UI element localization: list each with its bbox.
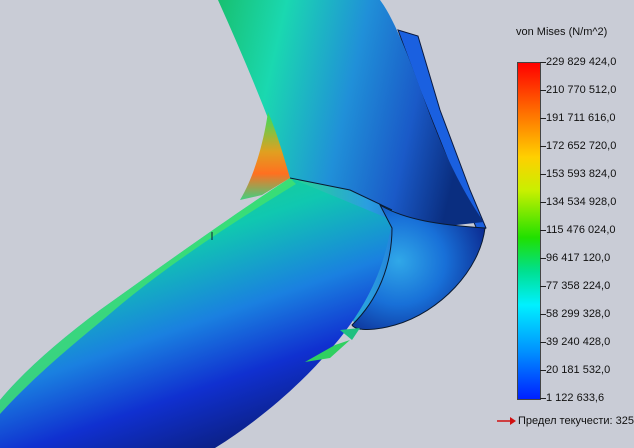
stress-colorbar (517, 62, 541, 400)
colorbar-tick-label: 134 534 928,0 (546, 196, 617, 208)
colorbar-tick-label: 210 770 512,0 (546, 84, 617, 96)
colorbar-tick-label: 191 711 616,0 (546, 112, 616, 124)
colorbar-tick-label: 153 593 824,0 (546, 168, 617, 180)
yield-strength-indicator: Предел текучести: 325 (497, 414, 634, 430)
yield-strength-label: Предел текучести: 325 (518, 415, 634, 427)
arrow-right-icon (497, 417, 516, 425)
colorbar-tick-label: 115 476 024,0 (546, 224, 616, 236)
legend-title: von Mises (N/m^2) (516, 26, 608, 38)
colorbar-tick-label: 1 122 633,6 (546, 392, 605, 404)
colorbar-tick-label: 96 417 120,0 (546, 252, 611, 264)
colorbar-tick-label: 58 299 328,0 (546, 308, 611, 320)
colorbar-tick-label: 77 358 224,0 (546, 280, 611, 292)
colorbar-tick-label: 39 240 428,0 (546, 336, 611, 348)
colorbar-tick-label: 229 829 424,0 (546, 56, 617, 68)
colorbar-tick-label: 172 652 720,0 (546, 140, 617, 152)
colorbar-tick-label: 20 181 532,0 (546, 364, 611, 376)
